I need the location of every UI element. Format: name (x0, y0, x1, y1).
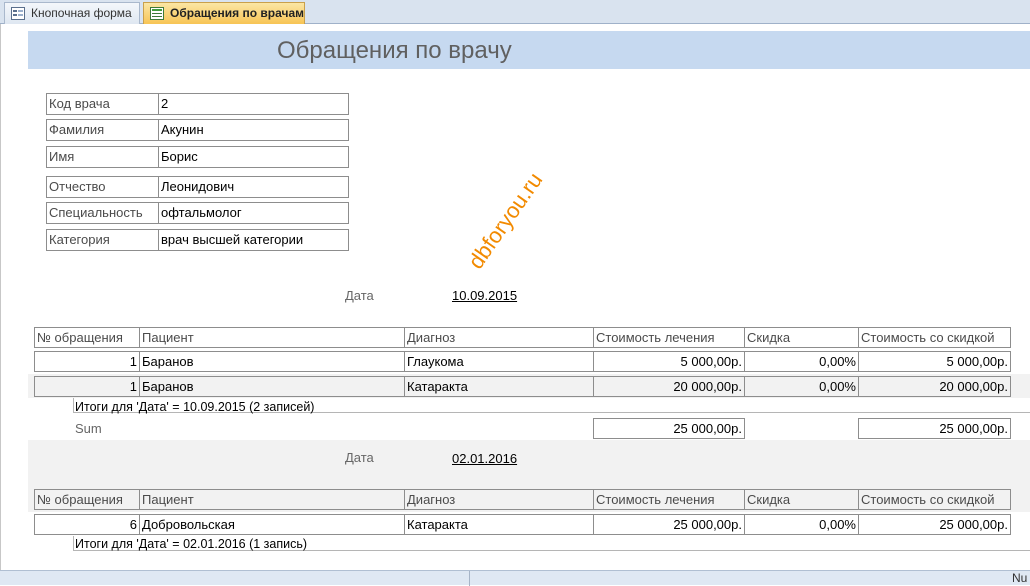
table-row: 6 Добровольская Катаракта 25 000,00р. 0,… (28, 512, 1030, 536)
group-date-label: Дата (345, 288, 374, 303)
group-date-label: Дата (345, 450, 374, 465)
label-otchestvo: Отчество (46, 176, 159, 198)
document-tab-bar: Кнопочная форма Обращения по врачам (0, 0, 1030, 24)
group-header-band (28, 440, 1030, 486)
form-icon (11, 6, 25, 20)
group-date-value: 02.01.2016 (452, 451, 518, 466)
cell-nomer: 1 (34, 376, 140, 397)
col-header-diagnoz: Диагноз (404, 327, 594, 348)
field-kod-vracha[interactable]: 2 (158, 93, 349, 115)
cell-pacient: Баранов (139, 376, 405, 397)
cell-pacient: Баранов (139, 351, 405, 372)
report-title: Обращения по врачу (277, 37, 512, 64)
col-header-skidka: Скидка (744, 327, 859, 348)
cell-stoimost-so-skidkoy: 20 000,00р. (858, 376, 1011, 397)
cell-diagnoz: Катаракта (404, 514, 594, 535)
report-view[interactable]: Обращения по врачу Код врача 2 Фамилия А… (0, 24, 1030, 570)
col-header-pacient: Пациент (139, 489, 405, 510)
cell-skidka: 0,00% (744, 514, 859, 535)
label-kod-vracha: Код врача (46, 93, 159, 115)
cell-stoimost-so-skidkoy: 25 000,00р. (858, 514, 1011, 535)
cell-stoimost: 5 000,00р. (593, 351, 745, 372)
cell-diagnoz: Глаукома (404, 351, 594, 372)
label-familiya: Фамилия (46, 119, 159, 141)
col-header-stoimost: Стоимость лечения (593, 327, 745, 348)
group-date-value: 10.09.2015 (452, 288, 518, 303)
field-specialnost[interactable]: офтальмолог (158, 202, 349, 224)
cell-nomer: 1 (34, 351, 140, 372)
cell-pacient: Добровольская (139, 514, 405, 535)
tab-label: Обращения по врачам (170, 6, 305, 20)
cell-nomer: 6 (34, 514, 140, 535)
status-divider (469, 571, 470, 586)
sum-stoimost: 25 000,00р. (593, 418, 745, 439)
cell-skidka: 0,00% (744, 351, 859, 372)
group-summary: Итоги для 'Дата' = 10.09.2015 (2 записей… (75, 400, 315, 414)
field-imya[interactable]: Борис (158, 146, 349, 168)
watermark-text: dbforyou.ru (463, 167, 548, 274)
table-row: 1 Баранов Катаракта 20 000,00р. 0,00% 20… (28, 374, 1030, 398)
field-kategoriya[interactable]: врач высшей категории (158, 229, 349, 251)
col-header-stoimost-so-skidkoy: Стоимость со скидкой (858, 489, 1011, 510)
cell-stoimost: 25 000,00р. (593, 514, 745, 535)
label-kategoriya: Категория (46, 229, 159, 251)
field-familiya[interactable]: Акунин (158, 119, 349, 141)
sum-stoimost-so-skidkoy: 25 000,00р. (858, 418, 1011, 439)
cell-stoimost: 20 000,00р. (593, 376, 745, 397)
report-header-band: Обращения по врачу (28, 31, 1030, 69)
tab-obrashcheniya-po-vracham[interactable]: Обращения по врачам (143, 2, 305, 24)
field-otchestvo[interactable]: Леонидович (158, 176, 349, 198)
table-row: 1 Баранов Глаукома 5 000,00р. 0,00% 5 00… (28, 350, 1030, 373)
report-icon (150, 6, 164, 20)
group-summary: Итоги для 'Дата' = 02.01.2016 (1 запись) (75, 537, 308, 551)
cell-skidka: 0,00% (744, 376, 859, 397)
col-header-nomer: № обращения (34, 489, 140, 510)
tab-knopochnaya-forma[interactable]: Кнопочная форма (4, 2, 140, 24)
num-lock-indicator: Nu (1012, 571, 1028, 585)
cell-diagnoz: Катаракта (404, 376, 594, 397)
label-specialnost: Специальность (46, 202, 159, 224)
status-bar: Nu (0, 570, 1030, 586)
col-header-stoimost-so-skidkoy: Стоимость со скидкой (858, 327, 1011, 348)
sum-label: Sum (75, 421, 102, 436)
col-header-skidka: Скидка (744, 489, 859, 510)
col-header-diagnoz: Диагноз (404, 489, 594, 510)
tab-label: Кнопочная форма (31, 6, 132, 20)
col-header-nomer: № обращения (34, 327, 140, 348)
col-header-pacient: Пациент (139, 327, 405, 348)
col-header-stoimost: Стоимость лечения (593, 489, 745, 510)
cell-stoimost-so-skidkoy: 5 000,00р. (858, 351, 1011, 372)
label-imya: Имя (46, 146, 159, 168)
